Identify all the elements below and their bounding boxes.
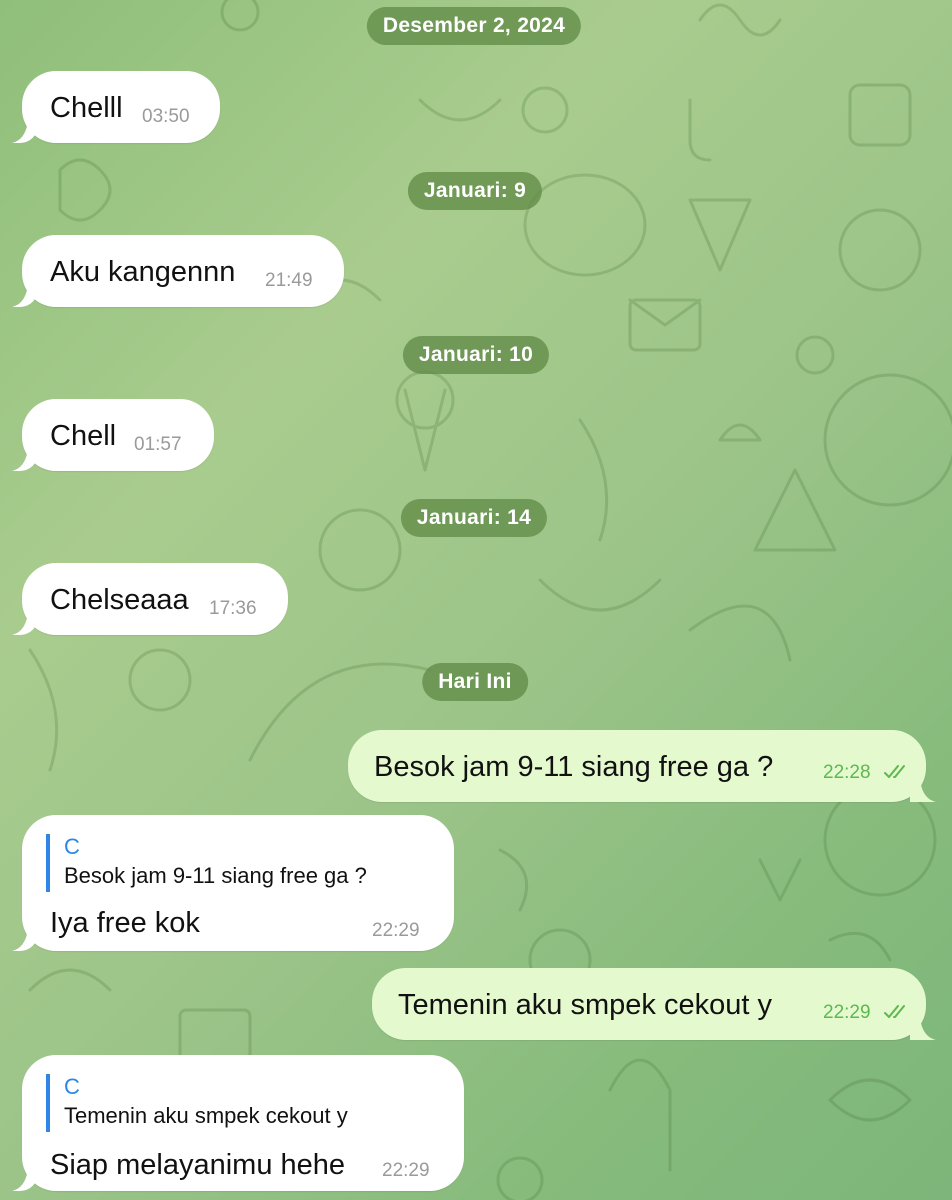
incoming-message[interactable]: C Besok jam 9-11 siang free ga ? Iya fre… — [22, 815, 454, 951]
message-text: Chelll — [50, 92, 123, 124]
message-time: 22:29 — [372, 920, 420, 941]
incoming-message[interactable]: Chell 01:57 — [22, 399, 214, 471]
message-text: Temenin aku smpek cekout y — [398, 989, 772, 1021]
message-text: Besok jam 9-11 siang free ga ? — [374, 751, 774, 783]
message-text: Siap melayanimu hehe — [50, 1149, 346, 1181]
incoming-message[interactable]: Chelseaaa 17:36 — [22, 563, 288, 635]
outgoing-message[interactable]: Temenin aku smpek cekout y 22:29 — [372, 968, 926, 1040]
message-time: 22:29 — [382, 1160, 430, 1181]
message-text: Chell — [50, 420, 117, 452]
message-text: Aku kangennn — [50, 256, 236, 288]
date-separator: Januari: 10 — [402, 336, 550, 374]
date-separator: Januari: 14 — [400, 499, 548, 537]
double-check-icon — [884, 1005, 905, 1018]
reply-preview[interactable]: C Besok jam 9-11 siang free ga ? — [46, 834, 367, 892]
reply-text: Besok jam 9-11 siang free ga ? — [64, 863, 367, 888]
date-separator: Desember 2, 2024 — [366, 7, 582, 45]
date-separator: Hari Ini — [422, 663, 528, 701]
message-time: 21:49 — [265, 270, 313, 291]
message-time: 03:50 — [142, 106, 190, 127]
incoming-message[interactable]: C Temenin aku smpek cekout y Siap melaya… — [22, 1055, 464, 1191]
message-time: 22:29 — [823, 1002, 871, 1023]
reply-text: Temenin aku smpek cekout y — [64, 1103, 348, 1128]
message-text: Iya free kok — [50, 907, 200, 939]
double-check-icon — [884, 765, 905, 778]
incoming-message[interactable]: Chelll 03:50 — [22, 71, 220, 143]
reply-sender: C — [64, 1074, 80, 1099]
message-time: 01:57 — [134, 434, 182, 455]
message-time: 22:28 — [823, 762, 871, 783]
reply-preview[interactable]: C Temenin aku smpek cekout y — [46, 1074, 348, 1132]
chat-history[interactable]: Desember 2, 2024 Januari: 9 Januari: 10 … — [0, 0, 952, 1200]
outgoing-message[interactable]: Besok jam 9-11 siang free ga ? 22:28 — [348, 730, 926, 802]
message-time: 17:36 — [209, 598, 257, 619]
incoming-message[interactable]: Aku kangennn 21:49 — [22, 235, 344, 307]
date-separator: Januari: 9 — [407, 172, 543, 210]
message-text: Chelseaaa — [50, 584, 189, 616]
reply-sender: C — [64, 834, 80, 859]
